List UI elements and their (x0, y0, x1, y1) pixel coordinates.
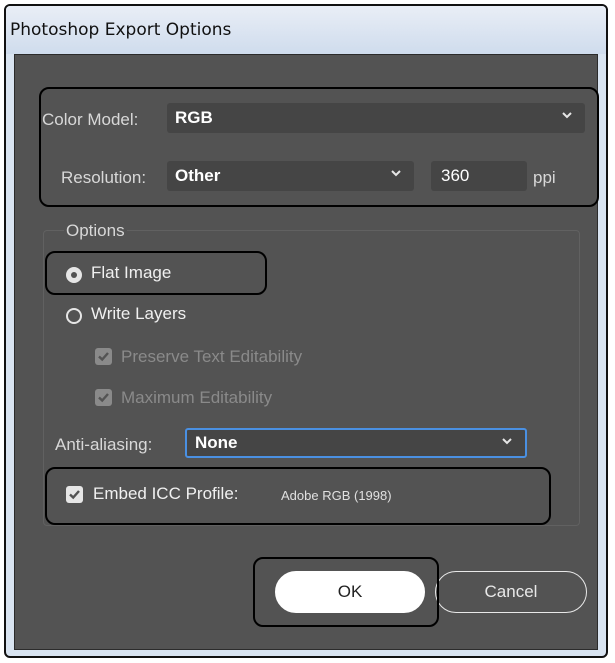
title-bar[interactable]: Photoshop Export Options (6, 6, 606, 54)
options-group-label: Options (64, 221, 127, 241)
window-title: Photoshop Export Options (10, 20, 232, 40)
photoshop-export-options-dialog: Photoshop Export Options Color Model: RG… (4, 4, 608, 658)
max-editability-checkbox (95, 389, 112, 406)
checkmark-icon (98, 393, 109, 403)
highlight-embed-icc (45, 467, 551, 525)
write-layers-label[interactable]: Write Layers (91, 304, 186, 324)
anti-aliasing-select[interactable]: None (185, 428, 527, 458)
write-layers-radio[interactable] (66, 308, 82, 324)
highlight-color-resolution (39, 87, 599, 207)
highlight-ok-button (253, 557, 439, 627)
preserve-text-checkbox (95, 348, 112, 365)
dialog-body: Color Model: RGB Resolution: Other 360 p… (14, 54, 599, 650)
chevron-down-icon (502, 438, 512, 445)
anti-aliasing-value: None (195, 433, 238, 452)
checkmark-icon (98, 352, 109, 362)
anti-aliasing-label: Anti-aliasing: (55, 435, 153, 454)
highlight-flat-image (45, 251, 267, 295)
preserve-text-label: Preserve Text Editability (121, 347, 303, 366)
cancel-button[interactable]: Cancel (435, 571, 587, 613)
max-editability-label: Maximum Editability (121, 388, 273, 407)
